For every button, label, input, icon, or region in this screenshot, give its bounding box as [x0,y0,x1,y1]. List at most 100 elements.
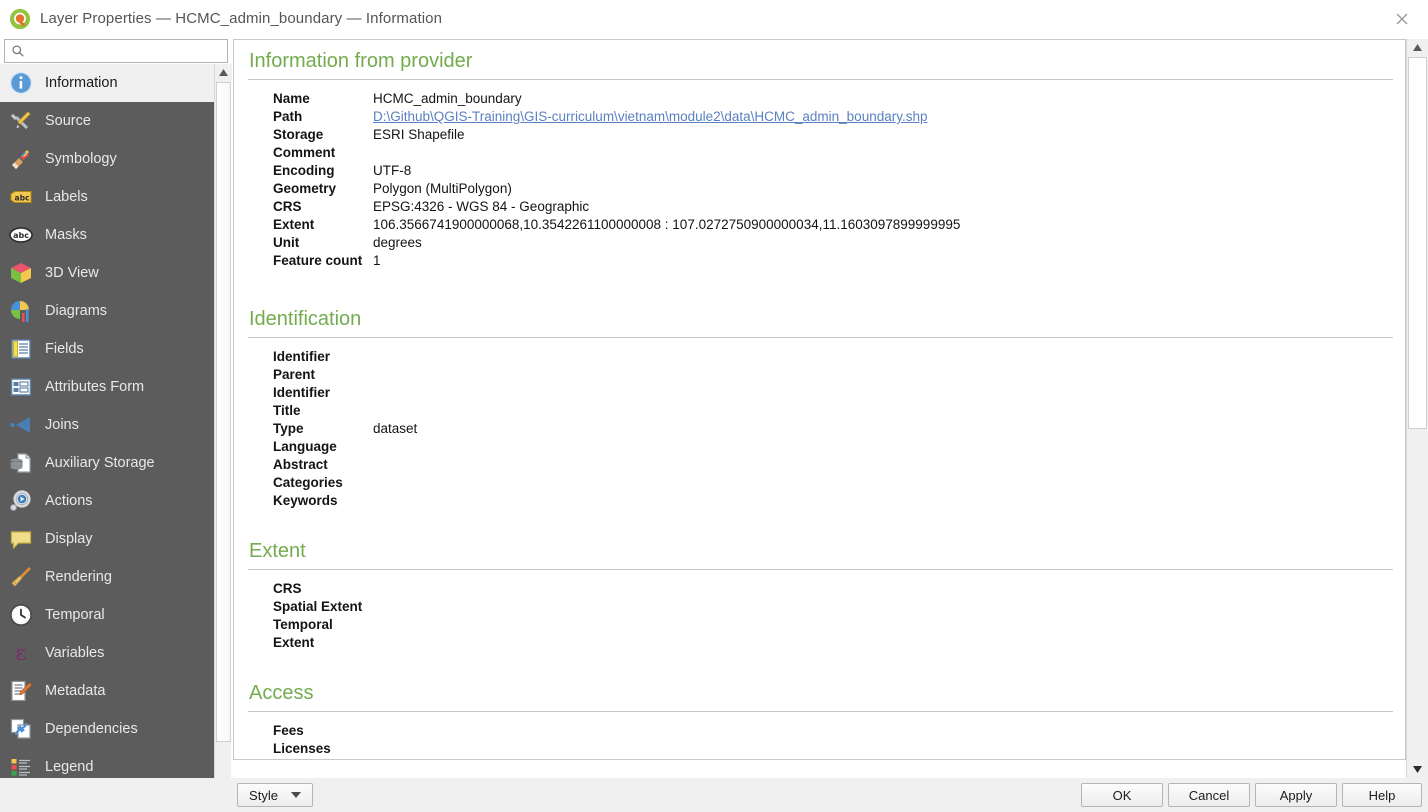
properties-sidebar[interactable]: Information Source Symbology abc Labels a… [0,64,214,812]
section-divider [248,711,1393,712]
sidebar-item-fields[interactable]: Fields [0,330,214,368]
sidebar-item-symbology[interactable]: Symbology [0,140,214,178]
property-row: Fees [273,722,1393,740]
sidebar-item-label: Labels [45,189,88,205]
property-key: Storage [273,127,324,142]
sidebar-item-actions[interactable]: Actions [0,482,214,520]
cancel-button[interactable]: Cancel [1168,783,1250,807]
information-panel: Information from provider Name HCMC_admin_… [233,39,1406,778]
sidebar-item-metadata[interactable]: Metadata [0,672,214,710]
sidebar-item-source[interactable]: Source [0,102,214,140]
property-row: Path D:\Github\QGIS-Training\GIS-curricul… [273,108,1393,126]
sidebar-item-temporal[interactable]: Temporal [0,596,214,634]
title-bar: Layer Properties — HCMC_admin_boundary —… [0,0,1428,38]
section-heading: Extent [249,540,306,562]
attributes-form-icon [8,374,34,400]
property-key: Licenses [273,741,331,756]
property-row: Unit degrees [273,234,1393,252]
property-key: Encoding [273,163,335,178]
abc-label-icon: abc [8,184,34,210]
property-value-link[interactable]: D:\Github\QGIS-Training\GIS-curriculum\v… [373,108,927,126]
property-value: UTF-8 [373,163,412,178]
sidebar-item-label: Metadata [45,683,106,699]
section-divider [248,337,1393,338]
content-scroll-up-icon[interactable] [1407,39,1428,56]
sidebar-item-display[interactable]: Display [0,520,214,558]
style-button-label: Style [249,787,278,803]
diagram-chart-icon [8,298,34,324]
sidebar-item-label: Temporal [45,607,105,623]
property-value: HCMC_admin_boundary [373,91,522,106]
property-row: Storage ESRI Shapefile [273,126,1393,144]
property-key: Geometry [273,181,337,196]
sidebar-item-label: Information [45,75,118,91]
sidebar-item-diagrams[interactable]: Diagrams [0,292,214,330]
property-list: CRS Spatial Extent Temporal Extent [248,580,1393,652]
property-key: Language [273,439,337,454]
sidebar-item-information[interactable]: Information [0,64,214,102]
property-list: Identifier Parent Identifier Title Type data… [248,348,1393,510]
property-key: Unit [273,235,300,250]
sidebar-item-auxiliary-storage[interactable]: Auxiliary Storage [0,444,214,482]
wrench-screwdriver-icon [8,108,34,134]
sidebar-item-labels[interactable]: abc Labels [0,178,214,216]
property-list: Name HCMC_admin_boundary Path D:\Github\QGI… [248,90,1393,270]
legend-icon [8,754,34,780]
property-key: CRS [273,581,302,596]
close-icon[interactable] [1382,3,1422,35]
content-scroll-down-icon[interactable] [1407,761,1428,778]
property-row: Language [273,438,1393,456]
database-storage-icon [8,450,34,476]
fields-table-icon [8,336,34,362]
sidebar-item-label: Display [45,531,93,547]
property-row: Type dataset [273,420,1393,438]
help-button[interactable]: Help [1342,783,1422,807]
property-key: Fees [273,723,304,738]
sidebar-item-label: Variables [45,645,105,661]
apply-button-label: Apply [1279,787,1313,803]
property-key: Categories [273,475,343,490]
property-row: Identifier [273,348,1393,366]
sidebar-item-label: Legend [45,759,94,775]
property-row: Spatial Extent [273,598,1393,616]
content-horizontal-scrollbar[interactable] [233,759,1406,778]
content-vertical-scrollbar[interactable] [1406,39,1428,778]
property-value: 1 [373,253,381,268]
sidebar-item-attributes-form[interactable]: Attributes Form [0,368,214,406]
ok-button[interactable]: OK [1081,783,1163,807]
sidebar-item-dependencies[interactable]: Dependencies [0,710,214,748]
property-key: Parent Identifier [273,367,331,400]
property-value: EPSG:4326 - WGS 84 - Geographic [373,199,590,214]
sidebar-scroll-thumb[interactable] [216,82,231,742]
window-title: Layer Properties — HCMC_admin_boundary —… [40,10,443,27]
search-input[interactable] [29,41,209,61]
search-field[interactable] [4,39,228,63]
content-scroll-thumb[interactable] [1408,57,1427,429]
paintbrush-icon [8,146,34,172]
sidebar-item-rendering[interactable]: Rendering [0,558,214,596]
ok-button-label: OK [1112,787,1132,803]
property-row: Extent 106.3566741900000068,10.3542261100… [273,216,1393,234]
sidebar-item-3d-view[interactable]: 3D View [0,254,214,292]
sidebar-item-masks[interactable]: abc Masks [0,216,214,254]
sidebar-scroll-up-icon[interactable] [215,64,232,81]
sidebar-scrollbar[interactable] [214,64,232,812]
dependencies-icon [8,716,34,742]
apply-button[interactable]: Apply [1255,783,1337,807]
property-row: Geometry Polygon (MultiPolygon) [273,180,1393,198]
svg-text:abc: abc [13,231,29,240]
sidebar-item-label: Dependencies [45,721,138,737]
help-button-label: Help [1368,787,1396,803]
sidebar-item-variables[interactable]: ε Variables [0,634,214,672]
section-heading: Access [249,682,314,704]
style-menu-button[interactable]: Style [237,783,313,807]
sidebar-item-label: Joins [45,417,79,433]
property-key: Keywords [273,493,338,508]
sidebar-item-joins[interactable]: Joins [0,406,214,444]
property-key: Name [273,91,310,106]
property-row: Parent Identifier [273,366,1393,402]
abc-mask-icon: abc [8,222,34,248]
property-key: CRS [273,199,302,214]
